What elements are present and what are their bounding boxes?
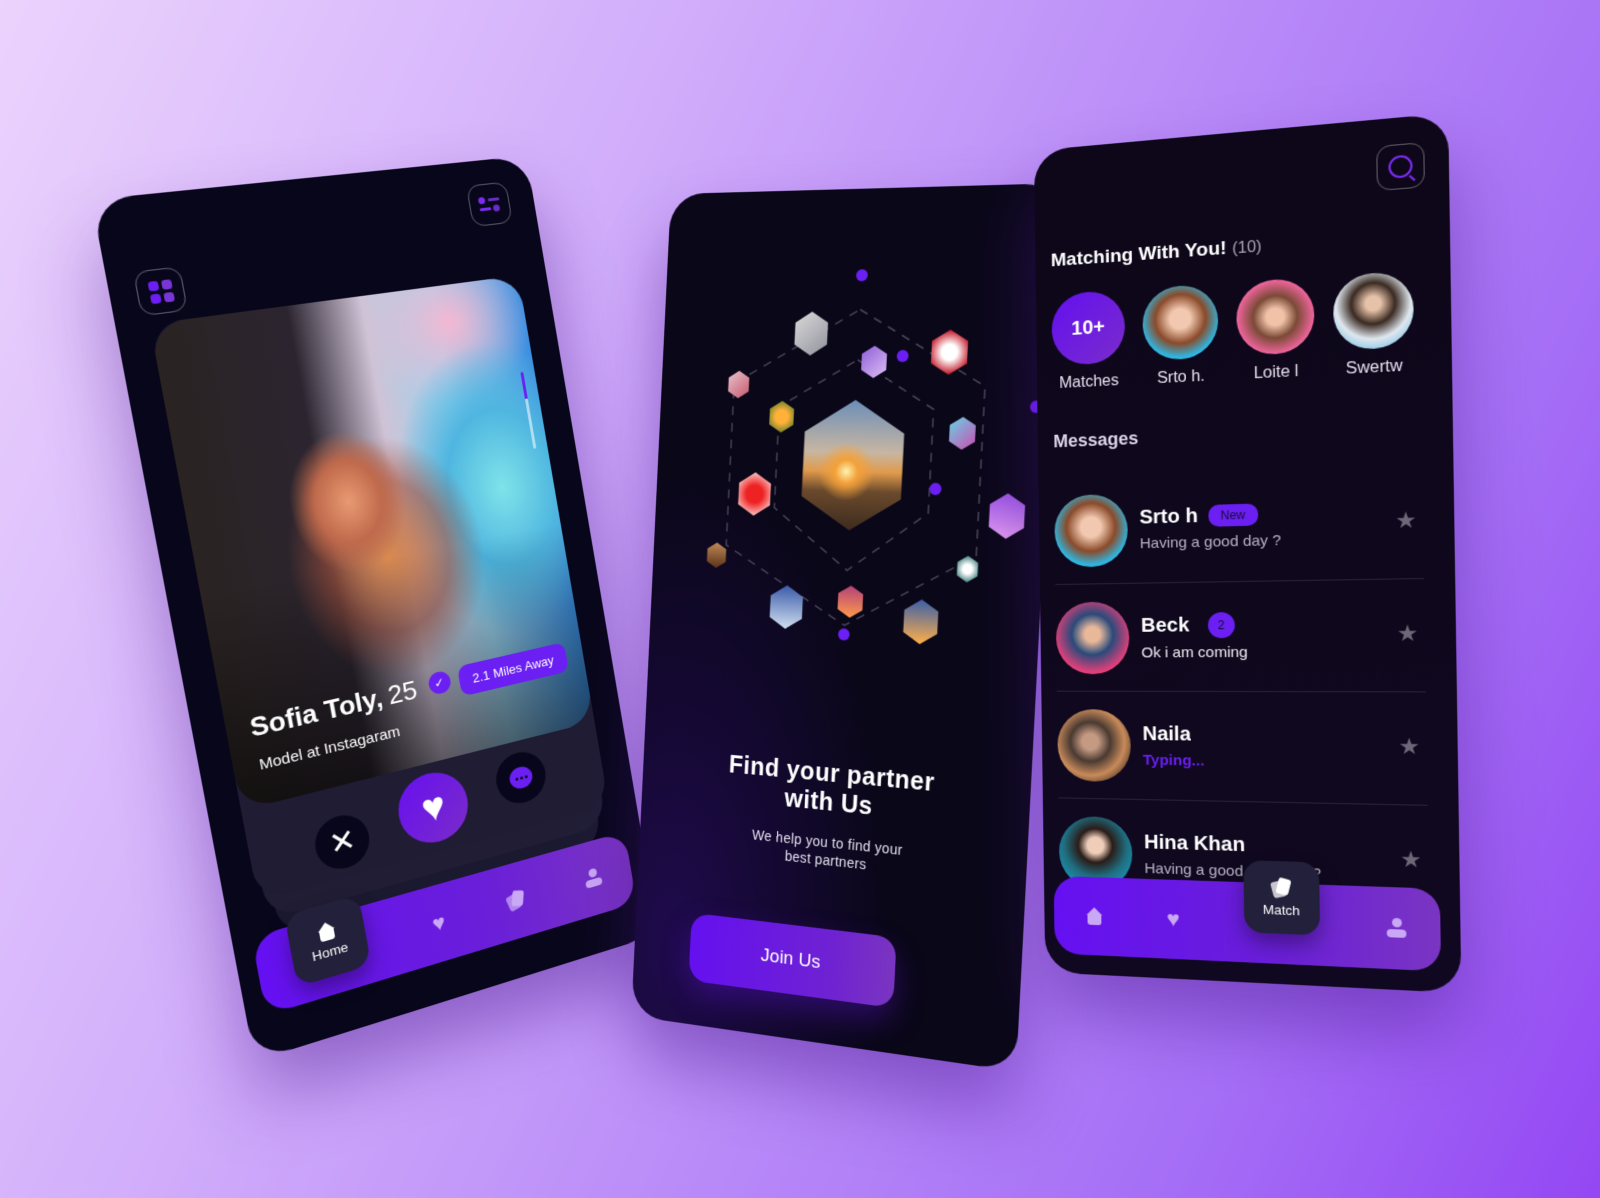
heart-icon: ♥ xyxy=(1166,906,1181,932)
swipe-screen-phone: Sofia Toly, 25 ✓ Model at Instagaram 2.1… xyxy=(91,155,659,1062)
heart-icon: ♥ xyxy=(418,783,449,832)
message-item[interactable]: Naila Typing... ★ xyxy=(1056,691,1428,806)
bottom-tab-bar: ♥ Match xyxy=(1053,860,1442,972)
close-icon: ✕ xyxy=(326,822,359,862)
star-icon[interactable]: ★ xyxy=(1397,620,1419,647)
cards-icon xyxy=(1271,878,1290,899)
star-icon[interactable]: ★ xyxy=(1398,733,1420,760)
matching-title: Matching With You! (10) xyxy=(1050,237,1262,272)
star-icon[interactable]: ★ xyxy=(1400,846,1422,873)
tab-home-label: Home xyxy=(310,938,350,964)
user-icon xyxy=(1386,918,1406,939)
tab-match[interactable] xyxy=(506,889,526,913)
typing-indicator: Typing... xyxy=(1142,751,1205,769)
message-sender: Hina Khan xyxy=(1143,831,1246,857)
search-button[interactable] xyxy=(1376,141,1425,192)
tab-likes[interactable]: ♥ xyxy=(1166,906,1181,932)
chat-screen-phone: Matching With You! (10) 10+ Matches Srto… xyxy=(1033,113,1462,994)
onboarding-screen-phone: Find your partner with Us We help you to… xyxy=(631,183,1063,1072)
match-item[interactable]: Srto h. xyxy=(1142,283,1219,388)
like-button[interactable]: ♥ xyxy=(392,765,474,851)
tab-home[interactable] xyxy=(1085,907,1105,925)
unread-count-badge: 2 xyxy=(1207,612,1235,639)
cards-icon xyxy=(506,889,526,913)
star-icon[interactable]: ★ xyxy=(1395,507,1417,534)
messages-title: Messages xyxy=(1053,428,1139,452)
message-sender: Naila xyxy=(1142,722,1192,745)
tab-profile[interactable] xyxy=(584,867,603,890)
check-icon: ✓ xyxy=(426,669,452,697)
matching-count: (10) xyxy=(1231,238,1262,258)
message-list: Srto h New Having a good day ? ★ Beck 2 Ok… xyxy=(1053,465,1429,920)
chat-bubble-icon xyxy=(507,764,534,791)
tab-profile[interactable] xyxy=(1386,918,1406,939)
avatar xyxy=(1054,493,1129,568)
avatar xyxy=(1142,283,1219,362)
profile-photo[interactable]: Sofia Toly, 25 ✓ Model at Instagaram 2.1… xyxy=(149,275,595,811)
profile-card-stack: Sofia Toly, 25 ✓ Model at Instagaram 2.1… xyxy=(149,275,609,938)
message-item[interactable]: Srto h New Having a good day ? ★ xyxy=(1053,465,1425,586)
message-preview: Ok i am coming xyxy=(1141,643,1248,662)
matches-count-avatar: 10+ xyxy=(1051,289,1126,367)
message-item[interactable]: Beck 2 Ok i am coming ★ xyxy=(1055,579,1426,693)
showcase-stage: Sofia Toly, 25 ✓ Model at Instagaram 2.1… xyxy=(0,0,1600,1198)
message-sender: Srto h xyxy=(1139,504,1199,529)
match-item[interactable]: Swertw xyxy=(1332,270,1415,380)
tab-match[interactable]: Match xyxy=(1242,860,1320,936)
new-badge: New xyxy=(1208,503,1259,527)
match-item-all[interactable]: 10+ Matches xyxy=(1051,289,1126,394)
photo-orbit-illustration xyxy=(649,246,1060,684)
avatar xyxy=(1055,600,1130,674)
avatar xyxy=(1332,270,1415,351)
home-icon xyxy=(314,919,338,943)
message-preview: Having a good day ? xyxy=(1139,531,1282,552)
filter-button[interactable] xyxy=(465,181,513,228)
dislike-button[interactable]: ✕ xyxy=(310,809,374,875)
matches-row: 10+ Matches Srto h. Loite l Swertw xyxy=(1051,270,1415,394)
avatar xyxy=(1057,708,1132,782)
chat-button[interactable] xyxy=(492,746,550,809)
search-icon xyxy=(1388,154,1413,179)
menu-button[interactable] xyxy=(132,266,189,317)
tab-likes[interactable]: ♥ xyxy=(430,909,448,937)
match-item[interactable]: Loite l xyxy=(1236,277,1315,384)
grid-icon xyxy=(146,278,175,304)
home-icon xyxy=(1085,907,1105,925)
user-icon xyxy=(584,867,603,890)
tab-match-label: Match xyxy=(1262,901,1301,918)
filter-icon xyxy=(477,195,502,213)
join-us-button[interactable]: Join Us xyxy=(688,912,897,1009)
message-sender: Beck xyxy=(1140,614,1190,637)
heart-icon: ♥ xyxy=(430,909,448,937)
avatar xyxy=(1236,277,1315,357)
onboarding-text: Find your partner with Us We help you to… xyxy=(639,743,1031,890)
